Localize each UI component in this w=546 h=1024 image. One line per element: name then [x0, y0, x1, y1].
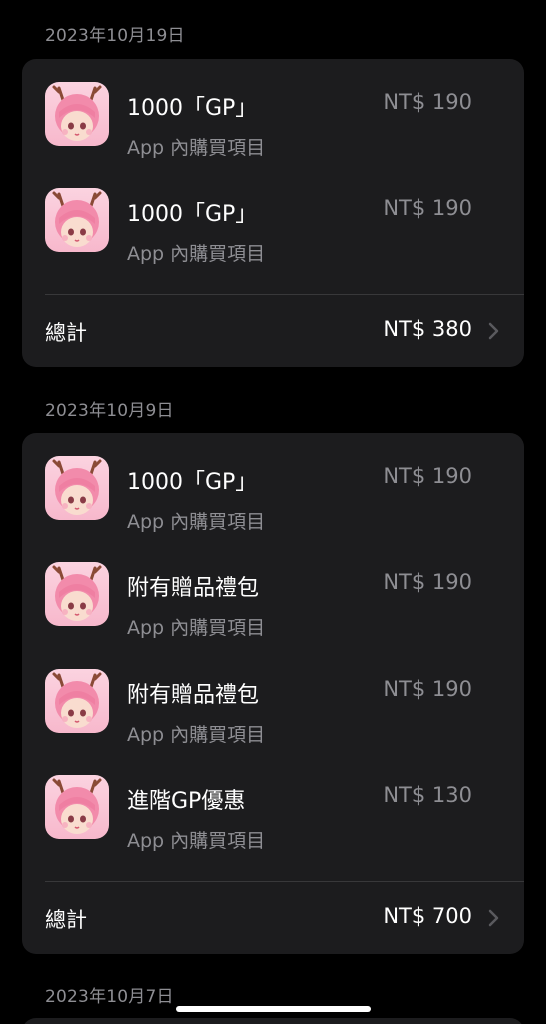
item-type: App 內購買項目 — [127, 511, 266, 533]
purchase-item[interactable]: 附有贈品禮包 NT$ 190 App 內購買項目 — [22, 562, 524, 642]
total-amount: NT$ 700 — [383, 904, 472, 928]
purchase-item[interactable]: 1000「GP」 NT$ 190 App 內購買項目 — [22, 82, 524, 162]
total-row[interactable]: 總計 NT$ 380 — [22, 295, 524, 367]
date-header: 2023年10月9日 — [45, 401, 174, 421]
item-name: 1000「GP」 — [127, 470, 258, 495]
app-icon — [45, 562, 109, 626]
item-type: App 內購買項目 — [127, 830, 266, 852]
item-type: App 內購買項目 — [127, 137, 266, 159]
purchase-item[interactable]: 1000「GP」 NT$ 190 App 內購買項目 — [22, 456, 524, 536]
date-header: 2023年10月7日 — [45, 987, 174, 1007]
purchase-item[interactable]: 1000「GP」 NT$ 190 App 內購買項目 — [22, 188, 524, 268]
item-name: 進階GP優惠 — [127, 789, 246, 814]
app-icon — [45, 456, 109, 520]
item-type: App 內購買項目 — [127, 617, 266, 639]
chevron-right-icon — [488, 322, 499, 340]
item-type: App 內購買項目 — [127, 724, 266, 746]
purchase-group-card: 1000「GP」 NT$ 190 App 內購買項目 1000「GP」 NT$ … — [22, 59, 524, 367]
app-icon — [45, 82, 109, 146]
app-icon — [45, 669, 109, 733]
purchase-item[interactable]: 進階GP優惠 NT$ 130 App 內購買項目 — [22, 775, 524, 855]
app-icon — [45, 775, 109, 839]
item-price: NT$ 190 — [383, 90, 472, 114]
total-amount: NT$ 380 — [383, 317, 472, 341]
item-name: 附有贈品禮包 — [127, 683, 260, 708]
item-price: NT$ 190 — [383, 196, 472, 220]
item-name: 附有贈品禮包 — [127, 576, 260, 601]
item-price: NT$ 190 — [383, 677, 472, 701]
item-name: 1000「GP」 — [127, 202, 258, 227]
app-icon — [45, 188, 109, 252]
purchase-history-page: 2023年10月19日 1000「GP」 NT$ 190 App 內購買項目 1… — [0, 0, 546, 1024]
home-indicator[interactable] — [176, 1006, 371, 1012]
item-type: App 內購買項目 — [127, 243, 266, 265]
total-label: 總計 — [45, 908, 87, 932]
chevron-right-icon — [488, 909, 499, 927]
item-price: NT$ 190 — [383, 464, 472, 488]
total-label: 總計 — [45, 321, 87, 345]
purchase-group-card — [22, 1018, 524, 1024]
total-row[interactable]: 總計 NT$ 700 — [22, 882, 524, 954]
purchase-item[interactable]: 附有贈品禮包 NT$ 190 App 內購買項目 — [22, 669, 524, 749]
item-price: NT$ 130 — [383, 783, 472, 807]
item-name: 1000「GP」 — [127, 96, 258, 121]
purchase-group-card: 1000「GP」 NT$ 190 App 內購買項目 附有贈品禮包 NT$ 19… — [22, 433, 524, 954]
item-price: NT$ 190 — [383, 570, 472, 594]
date-header: 2023年10月19日 — [45, 26, 185, 46]
